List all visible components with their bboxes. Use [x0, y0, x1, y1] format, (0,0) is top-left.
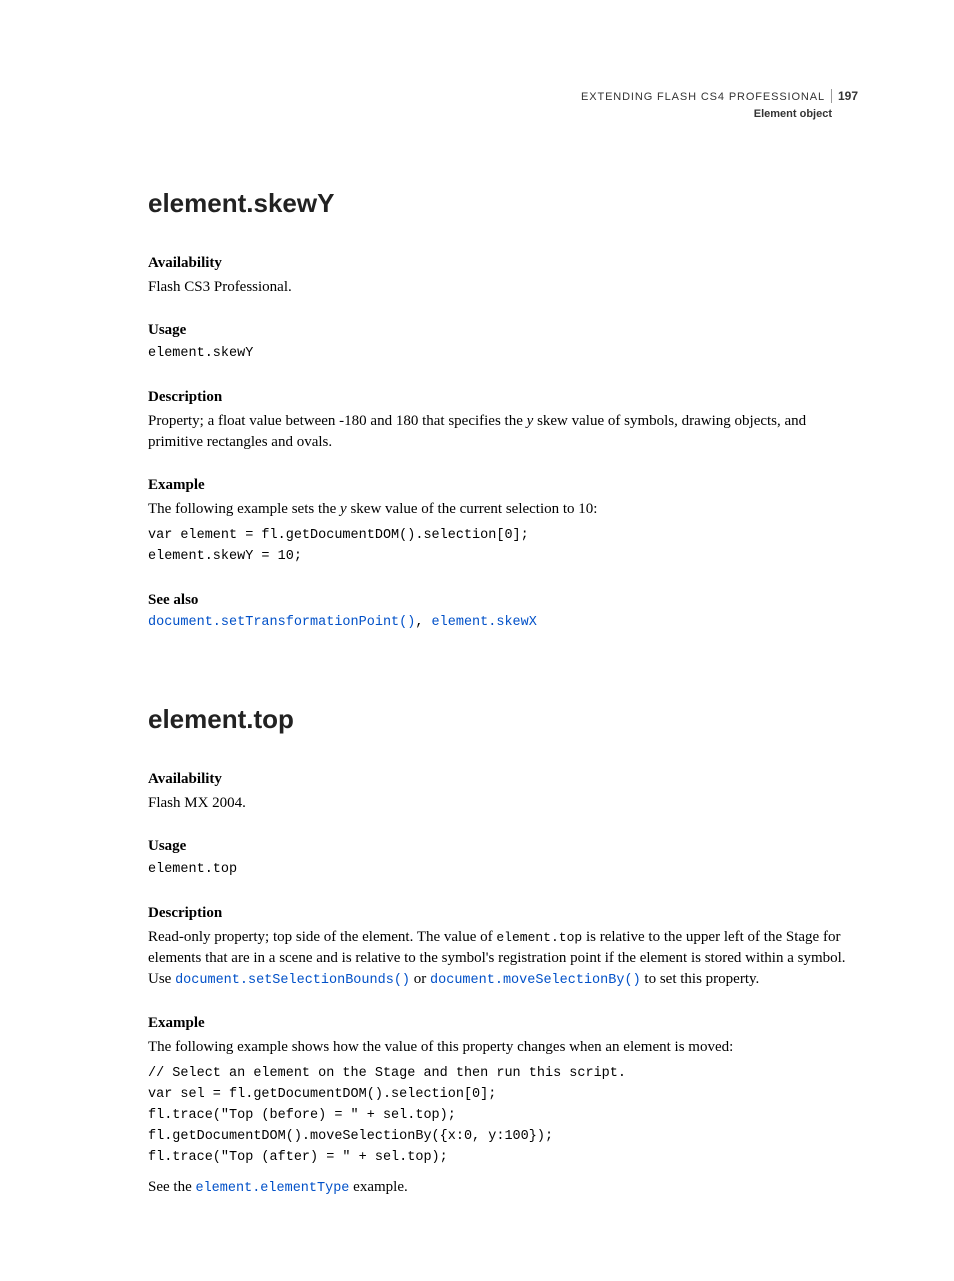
text: The following example sets the — [148, 501, 340, 517]
page-number: 197 — [831, 89, 858, 103]
api-heading-top: element.top — [148, 701, 858, 737]
description-text: Read-only property; top side of the elem… — [148, 927, 858, 991]
link-skewx[interactable]: element.skewX — [432, 615, 537, 630]
availability-section: Availability Flash MX 2004. — [148, 769, 858, 814]
running-header: EXTENDING FLASH CS4 PROFESSIONAL 197 Elem… — [148, 88, 858, 123]
description-label: Description — [148, 903, 858, 924]
see-line: See the element.elementType example. — [148, 1177, 858, 1199]
seealso-label: See also — [148, 590, 858, 611]
seealso-section: See also document.setTransformationPoint… — [148, 590, 858, 633]
availability-text: Flash CS3 Professional. — [148, 277, 858, 298]
example-section: Example The following example shows how … — [148, 1013, 858, 1199]
separator: , — [415, 615, 431, 630]
example-label: Example — [148, 475, 858, 496]
usage-code: element.skewY — [148, 344, 858, 365]
link-elementtype[interactable]: element.elementType — [195, 1181, 349, 1196]
usage-label: Usage — [148, 836, 858, 857]
availability-section: Availability Flash CS3 Professional. — [148, 253, 858, 298]
availability-label: Availability — [148, 769, 858, 790]
availability-text: Flash MX 2004. — [148, 793, 858, 814]
italic-y: y — [340, 501, 347, 517]
inline-code: element.top — [496, 930, 582, 945]
description-section: Description Read-only property; top side… — [148, 903, 858, 991]
text: Read-only property; top side of the elem… — [148, 929, 496, 945]
example-code: // Select an element on the Stage and th… — [148, 1064, 858, 1169]
usage-label: Usage — [148, 320, 858, 341]
chapter-title: Element object — [148, 107, 858, 122]
book-title: EXTENDING FLASH CS4 PROFESSIONAL — [581, 90, 825, 105]
link-setselectionbounds[interactable]: document.setSelectionBounds() — [175, 973, 410, 988]
text: example. — [349, 1179, 407, 1195]
seealso-links: document.setTransformationPoint(), eleme… — [148, 614, 858, 633]
text: to set this property. — [641, 971, 760, 987]
example-intro: The following example shows how the valu… — [148, 1037, 858, 1058]
spacer — [148, 655, 858, 701]
availability-label: Availability — [148, 253, 858, 274]
example-section: Example The following example sets the y… — [148, 475, 858, 568]
text: skew value of the current selection to 1… — [347, 501, 598, 517]
usage-section: Usage element.top — [148, 836, 858, 881]
link-moveselectionby[interactable]: document.moveSelectionBy() — [430, 973, 641, 988]
page: EXTENDING FLASH CS4 PROFESSIONAL 197 Elem… — [0, 0, 954, 1281]
usage-code: element.top — [148, 860, 858, 881]
description-section: Description Property; a float value betw… — [148, 387, 858, 453]
example-label: Example — [148, 1013, 858, 1034]
link-settransformationpoint[interactable]: document.setTransformationPoint() — [148, 615, 415, 630]
text: or — [410, 971, 430, 987]
usage-section: Usage element.skewY — [148, 320, 858, 365]
text: See the — [148, 1179, 195, 1195]
example-intro: The following example sets the y skew va… — [148, 499, 858, 520]
api-heading-skewy: element.skewY — [148, 185, 858, 221]
text: Property; a float value between -180 and… — [148, 413, 527, 429]
description-text: Property; a float value between -180 and… — [148, 411, 858, 453]
description-label: Description — [148, 387, 858, 408]
example-code: var element = fl.getDocumentDOM().select… — [148, 526, 858, 568]
